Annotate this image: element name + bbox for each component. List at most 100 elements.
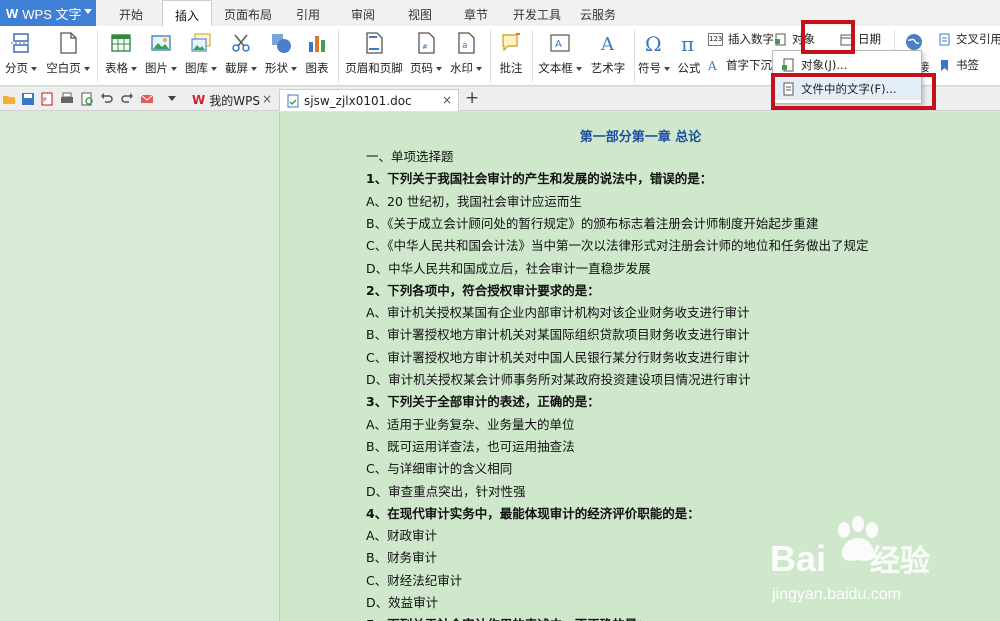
ribbon-divider bbox=[532, 30, 533, 82]
comment-button[interactable]: 批注 bbox=[494, 26, 528, 86]
symbol-button[interactable]: Ω 符号 bbox=[636, 26, 672, 86]
watermark-url: jingyan.baidu.com bbox=[772, 586, 901, 603]
menu-item-object-label: 对象(J)... bbox=[801, 58, 848, 72]
screenshot-label: 截屏 bbox=[225, 61, 248, 75]
picture-button[interactable]: 图片 bbox=[142, 26, 180, 86]
page-number-label: 页码 bbox=[410, 61, 433, 75]
watermark-button[interactable]: a 水印 bbox=[446, 26, 486, 86]
comment-icon bbox=[502, 33, 520, 52]
watermark-brand2: 经验 bbox=[870, 545, 931, 578]
tab-page-layout[interactable]: 页面布局 bbox=[218, 0, 278, 26]
tab-references[interactable]: 引用 bbox=[285, 0, 331, 26]
globe-icon[interactable] bbox=[904, 32, 924, 52]
baidu-watermark: Bai 经验 jingyan.baidu.com bbox=[770, 514, 995, 618]
close-icon[interactable]: × bbox=[442, 93, 452, 107]
document-line: A、财政审计 bbox=[366, 528, 438, 544]
document-line: B、《关于成立会计顾问处的暂行规定》的颁布标志着注册会计师制度开始起步重建 bbox=[366, 215, 819, 231]
tab-cloud[interactable]: 云服务 bbox=[573, 0, 623, 26]
tab-document[interactable]: sjsw_zjlx0101.doc × bbox=[279, 89, 459, 111]
chevron-down-icon bbox=[84, 9, 92, 14]
wps-logo-icon: W bbox=[192, 93, 206, 107]
table-button[interactable]: 表格 bbox=[102, 26, 140, 86]
cross-reference-button[interactable]: 交叉引用 bbox=[938, 30, 1000, 48]
gallery-label: 图库 bbox=[185, 61, 208, 75]
open-folder-icon[interactable] bbox=[2, 92, 16, 106]
app-menu-button[interactable]: W WPS 文字 bbox=[0, 0, 96, 26]
app-name: WPS 文字 bbox=[22, 6, 82, 22]
document-line: C、财经法纪审计 bbox=[366, 572, 463, 588]
dropcap-button[interactable]: A 首字下沉 bbox=[708, 56, 772, 74]
table-label: 表格 bbox=[105, 61, 128, 75]
blank-page-label: 空白页 bbox=[46, 61, 81, 75]
document-line: A、适用于业务复杂、业务量大的单位 bbox=[366, 416, 575, 432]
tab-home[interactable]: 开始 bbox=[108, 0, 154, 26]
new-tab-button[interactable]: + bbox=[465, 88, 479, 108]
blank-page-icon bbox=[60, 32, 77, 54]
document-icon bbox=[287, 94, 299, 107]
document-line: D、中华人民共和国成立后，社会审计一直稳步发展 bbox=[366, 260, 651, 276]
chart-label: 图表 bbox=[305, 61, 329, 75]
bookmark-button[interactable]: 书签 bbox=[938, 56, 979, 74]
svg-text:A: A bbox=[555, 39, 562, 50]
shape-icon bbox=[272, 34, 291, 53]
bookmark-label: 书签 bbox=[956, 58, 979, 72]
print-icon[interactable] bbox=[60, 92, 74, 106]
insert-number-button[interactable]: 123 插入数字 bbox=[708, 30, 774, 48]
tab-my-wps[interactable]: W 我的WPS × bbox=[186, 89, 278, 111]
textbox-button[interactable]: A 文本框 bbox=[536, 26, 584, 86]
document-line: B、既可运用详查法，也可运用抽查法 bbox=[366, 438, 575, 454]
header-footer-label: 页眉和页脚 bbox=[345, 61, 403, 75]
scissors-icon bbox=[232, 34, 250, 52]
shape-button[interactable]: 形状 bbox=[262, 26, 300, 86]
gallery-button[interactable]: 图库 bbox=[182, 26, 220, 86]
watermark-brand: Bai bbox=[770, 538, 827, 579]
mail-icon[interactable] bbox=[140, 92, 154, 106]
chevron-down-icon[interactable] bbox=[168, 96, 176, 101]
tab-developer[interactable]: 开发工具 bbox=[507, 0, 567, 26]
redo-icon[interactable] bbox=[120, 92, 134, 106]
blank-page-button[interactable]: 空白页 bbox=[44, 26, 92, 86]
svg-text:π: π bbox=[681, 32, 694, 54]
svg-text:Ω: Ω bbox=[645, 32, 662, 54]
date-label: 日期 bbox=[858, 32, 881, 46]
pi-icon: π bbox=[681, 32, 694, 54]
undo-icon[interactable] bbox=[100, 92, 114, 106]
chart-button[interactable]: 图表 bbox=[300, 26, 334, 86]
header-footer-button[interactable]: 页眉和页脚 bbox=[342, 26, 406, 86]
watermark-icon: a bbox=[458, 32, 475, 54]
formula-button[interactable]: π 公式 bbox=[672, 26, 706, 86]
wordart-icon: A bbox=[600, 34, 615, 54]
document-line: A、20 世纪初，我国社会审计应运而生 bbox=[366, 193, 582, 209]
question-line: 2、下列各项中，符合授权审计要求的是： bbox=[366, 282, 600, 298]
svg-text:P: P bbox=[43, 97, 47, 104]
ribbon-divider bbox=[634, 30, 635, 82]
cross-reference-icon bbox=[939, 33, 950, 45]
save-icon[interactable] bbox=[21, 92, 35, 106]
export-pdf-icon[interactable]: P bbox=[40, 92, 54, 106]
svg-text:A: A bbox=[708, 59, 717, 72]
bookmark-icon bbox=[941, 59, 948, 71]
tab-view[interactable]: 视图 bbox=[397, 0, 443, 26]
picture-icon bbox=[151, 35, 171, 51]
document-line: B、审计署授权地方审计机关对某国际组织贷款项目财务收支进行审计 bbox=[366, 327, 750, 343]
dropcap-label: 首字下沉 bbox=[726, 58, 772, 72]
print-preview-icon[interactable] bbox=[80, 92, 94, 106]
screenshot-button[interactable]: 截屏 bbox=[222, 26, 260, 86]
ribbon-divider bbox=[338, 30, 339, 82]
tab-insert[interactable]: 插入 bbox=[162, 0, 212, 26]
wordart-button[interactable]: A 艺术字 bbox=[586, 26, 630, 86]
document-title: 第一部分第一章 总论 bbox=[579, 130, 702, 145]
page-break-button[interactable]: 分页 bbox=[2, 26, 40, 86]
svg-text:A: A bbox=[600, 34, 615, 54]
page-number-button[interactable]: # 页码 bbox=[406, 26, 446, 86]
tab-review[interactable]: 审阅 bbox=[340, 0, 386, 26]
page-break-icon bbox=[11, 33, 31, 53]
object-icon bbox=[782, 58, 794, 72]
insert-number-label: 插入数字 bbox=[728, 32, 774, 46]
tab-section[interactable]: 章节 bbox=[453, 0, 499, 26]
close-icon[interactable]: × bbox=[262, 92, 272, 106]
my-wps-label: 我的WPS bbox=[209, 93, 260, 108]
insert-number-icon: 123 bbox=[708, 32, 723, 46]
document-line: B、财务审计 bbox=[366, 550, 438, 566]
table-icon bbox=[111, 34, 131, 52]
